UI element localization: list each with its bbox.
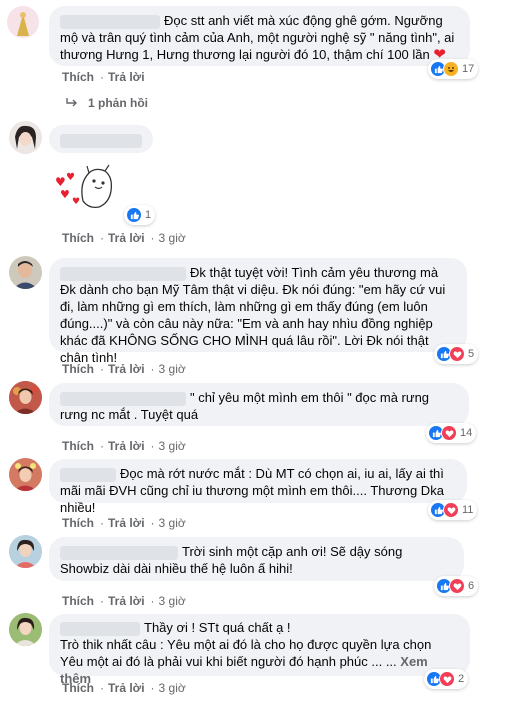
reaction-summary[interactable]: 5 — [434, 344, 479, 364]
commenter-name[interactable] — [60, 266, 186, 281]
love-reaction-icon — [449, 578, 465, 594]
haha-reaction-icon — [443, 61, 459, 77]
comment-text-line3: Yêu một ai đó là phải vui khi biết người… — [60, 654, 397, 669]
like-reaction-icon — [126, 207, 142, 223]
commenter-name[interactable] — [60, 133, 142, 148]
commenter-name[interactable] — [60, 467, 116, 482]
comment-actions: Thích · Trả lời — [62, 70, 145, 84]
reaction-summary[interactable]: 1 — [124, 205, 156, 225]
comment-bubble: Đọc mà rớt nước mắt : Dù MT có chọn ai, … — [49, 459, 467, 515]
commenter-name[interactable] — [60, 621, 140, 636]
commenter-name[interactable] — [60, 391, 186, 406]
comment-actions: Thích · Trả lời · 3 giờ — [62, 362, 186, 376]
reply-link[interactable]: Trả lời — [108, 362, 145, 376]
like-link[interactable]: Thích — [62, 439, 94, 453]
love-reaction-icon — [449, 346, 465, 362]
comment-bubble: " chỉ yêu một mình em thôi " đọc mà rưng… — [49, 383, 469, 426]
svg-text:♥: ♥ — [60, 188, 70, 201]
avatar[interactable] — [9, 613, 42, 646]
commenter-name[interactable] — [60, 545, 178, 560]
reply-link[interactable]: Trả lời — [108, 231, 145, 245]
like-link[interactable]: Thích — [62, 516, 94, 530]
timestamp[interactable]: 3 giờ — [159, 439, 186, 453]
comment-actions: Thích · Trả lời · 3 giờ — [62, 681, 186, 695]
comment-actions: Thích · Trả lời · 3 giờ — [62, 231, 186, 245]
reply-link[interactable]: Trả lời — [108, 516, 145, 530]
commenter-name-bubble — [49, 125, 153, 153]
replies-label: 1 phản hồi — [88, 96, 148, 110]
avatar[interactable] — [9, 458, 42, 491]
timestamp[interactable]: 3 giờ — [159, 516, 186, 530]
reaction-summary[interactable]: 2 — [424, 669, 469, 689]
reaction-count: 5 — [468, 348, 475, 360]
love-reaction-icon — [441, 425, 457, 441]
comment-bubble: Trời sinh một cặp anh ơi! Sẽ dậy sóng Sh… — [49, 537, 464, 581]
comment-actions: Thích · Trả lời · 3 giờ — [62, 516, 186, 530]
reaction-count: 11 — [462, 504, 474, 516]
love-reaction-icon — [439, 671, 455, 687]
comment-text-line1: Thầy ơi ! STt quá chất ạ ! — [144, 620, 291, 635]
reply-link[interactable]: Trả lời — [108, 70, 145, 84]
like-link[interactable]: Thích — [62, 70, 94, 84]
comment-bubble: Thầy ơi ! STt quá chất ạ ! Trò thik nhất… — [49, 614, 470, 686]
avatar[interactable] — [9, 381, 42, 414]
comment-actions: Thích · Trả lời · 3 giờ — [62, 594, 186, 608]
like-link[interactable]: Thích — [62, 231, 94, 245]
view-replies-link[interactable]: 1 phản hồi — [66, 96, 148, 110]
like-link[interactable]: Thích — [62, 594, 94, 608]
love-reaction-icon — [443, 502, 459, 518]
reply-link[interactable]: Trả lời — [108, 594, 145, 608]
svg-text:♥: ♥ — [55, 175, 66, 189]
avatar[interactable] — [9, 256, 42, 289]
avatar[interactable] — [9, 535, 42, 568]
reply-link[interactable]: Trả lời — [108, 681, 145, 695]
comment-bubble: Đọc stt anh viết mà xúc động ghê gớm. Ng… — [49, 6, 470, 66]
reaction-count: 6 — [468, 580, 475, 592]
reply-link[interactable]: Trả lời — [108, 439, 145, 453]
comment-text: Đọc mà rớt nước mắt : Dù MT có chọn ai, … — [60, 466, 444, 515]
avatar[interactable] — [7, 6, 39, 38]
timestamp[interactable]: 3 giờ — [159, 681, 186, 695]
svg-text:♥: ♥ — [66, 172, 75, 183]
commenter-name[interactable] — [60, 14, 160, 29]
reaction-summary[interactable]: 11 — [428, 500, 478, 520]
like-link[interactable]: Thích — [62, 681, 94, 695]
avatar[interactable] — [9, 121, 42, 154]
svg-text:♥: ♥ — [72, 197, 80, 207]
timestamp[interactable]: 3 giờ — [159, 231, 186, 245]
reaction-summary[interactable]: 14 — [426, 423, 477, 443]
reaction-count: 1 — [145, 209, 152, 221]
reaction-count: 2 — [458, 673, 465, 685]
reaction-count: 14 — [460, 427, 473, 439]
timestamp[interactable]: 3 giờ — [159, 362, 186, 376]
comment-actions: Thích · Trả lời · 3 giờ — [62, 439, 186, 453]
like-link[interactable]: Thích — [62, 362, 94, 376]
timestamp[interactable]: 3 giờ — [159, 594, 186, 608]
comment-first-line: Thầy ơi ! STt quá chất ạ ! — [60, 619, 459, 636]
reply-arrow-icon — [66, 96, 78, 110]
reaction-summary[interactable]: 6 — [434, 576, 479, 596]
reaction-summary[interactable]: 17 — [428, 59, 479, 79]
reaction-count: 17 — [462, 63, 475, 75]
comment-bubble: Đk thật tuyệt vời! Tình cảm yêu thương m… — [49, 258, 467, 365]
comment-text-line2: Trò thik nhất câu : Yêu một ai đó là cho… — [60, 637, 432, 652]
